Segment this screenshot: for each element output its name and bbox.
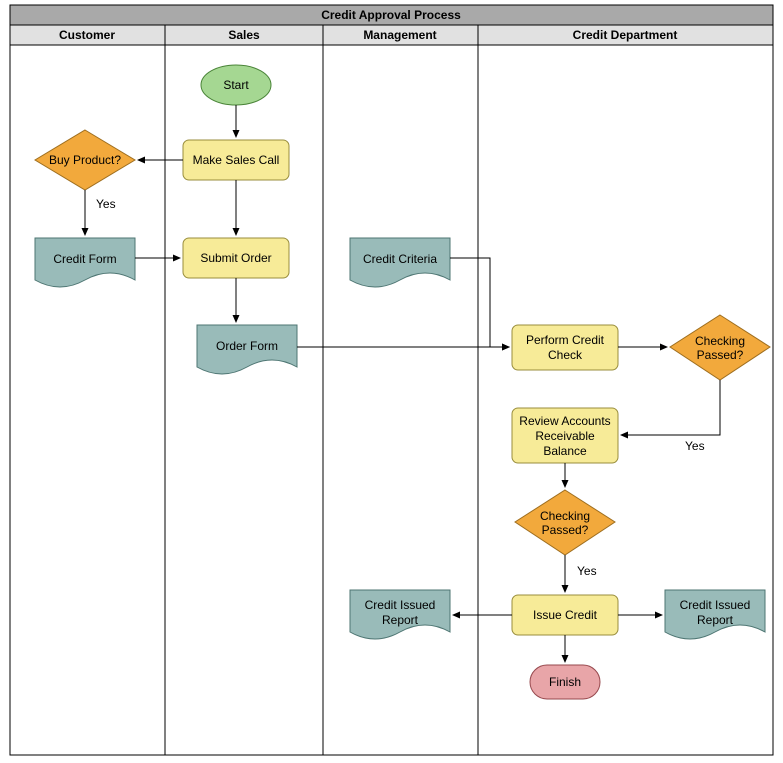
node-label: Passed?	[697, 348, 744, 362]
edge-label-yes: Yes	[685, 439, 705, 453]
node-label: Finish	[549, 675, 581, 689]
node-label: Passed?	[542, 523, 589, 537]
edge-label-yes: Yes	[577, 564, 597, 578]
node-label: Perform Credit	[526, 333, 605, 347]
node-label: Credit Form	[53, 252, 116, 266]
lane-label: Sales	[228, 28, 260, 42]
node-label: Receivable	[535, 429, 595, 443]
node-label: Report	[382, 613, 419, 627]
node-label: Buy Product?	[49, 153, 121, 167]
lane-label: Credit Department	[573, 28, 678, 42]
node-label: Credit Issued	[365, 598, 436, 612]
node-label: Balance	[543, 444, 587, 458]
lane-label: Management	[363, 28, 436, 42]
start-label: Start	[223, 78, 249, 92]
lane-label: Customer	[59, 28, 115, 42]
node-label: Review Accounts	[519, 414, 610, 428]
node-label: Submit Order	[200, 251, 271, 265]
node-label: Credit Criteria	[363, 252, 437, 266]
node-label: Check	[548, 348, 583, 362]
edge	[621, 380, 720, 435]
edge-label-yes: Yes	[96, 197, 116, 211]
node-label: Report	[697, 613, 734, 627]
node-label: Issue Credit	[533, 608, 598, 622]
edge	[450, 258, 509, 347]
flowchart-canvas: Credit Approval Process Customer Sales M…	[0, 0, 783, 763]
node-label: Checking	[540, 509, 590, 523]
node-label: Make Sales Call	[193, 153, 280, 167]
diagram-title: Credit Approval Process	[321, 8, 461, 22]
node-label: Credit Issued	[680, 598, 751, 612]
node-label: Checking	[695, 334, 745, 348]
node-label: Order Form	[216, 339, 278, 353]
